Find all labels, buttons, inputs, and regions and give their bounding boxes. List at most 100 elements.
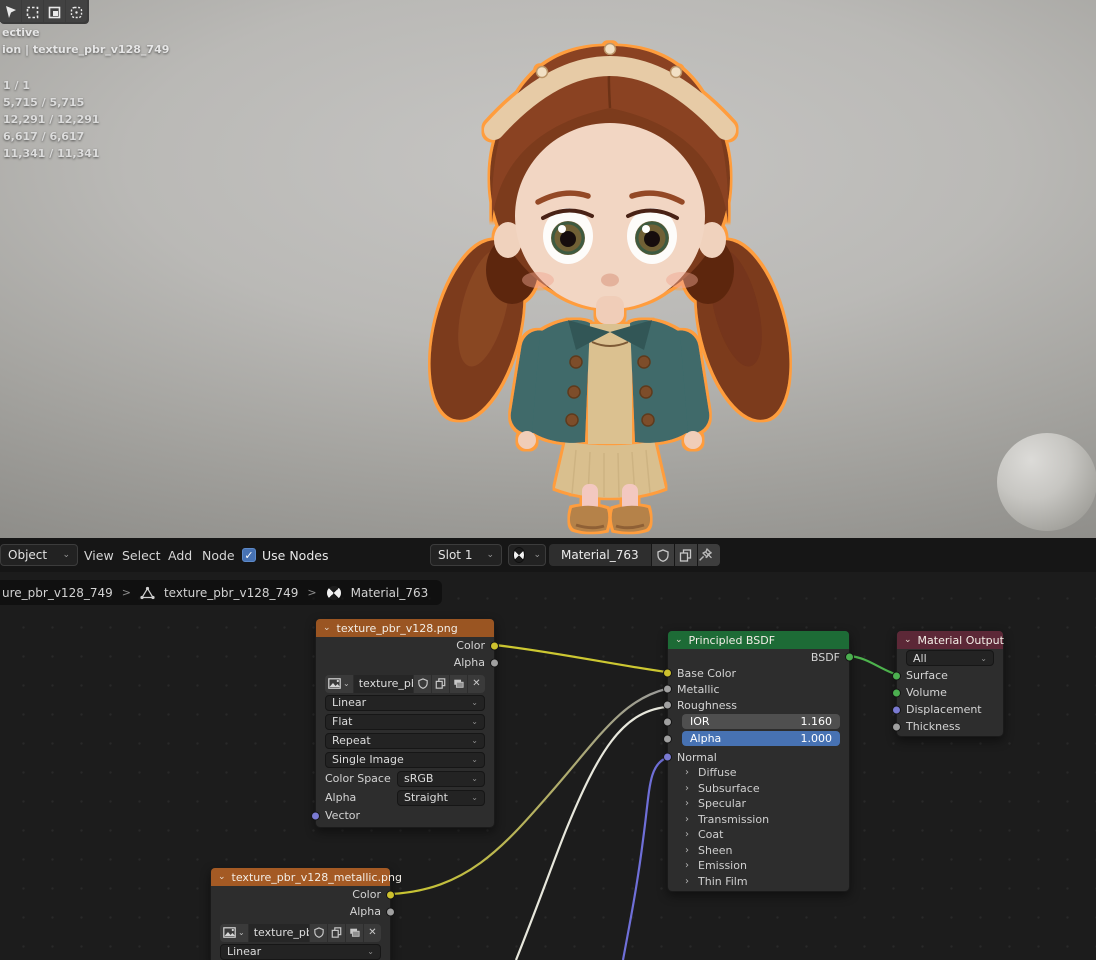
socket-bsdf-output[interactable] xyxy=(845,653,854,662)
socket-thickness-input[interactable] xyxy=(892,722,901,731)
output-label: Alpha xyxy=(454,656,485,669)
shader-type-dropdown[interactable]: Object ⌄ xyxy=(0,544,78,566)
3d-viewport[interactable]: ective ion | texture_pbr_v128_749 1 / 1 … xyxy=(0,0,1096,538)
chevron-right-icon: › xyxy=(685,860,689,871)
select-box-icon xyxy=(26,6,39,19)
unlink-image-button[interactable]: ✕ xyxy=(468,675,485,693)
menu-add[interactable]: Add xyxy=(168,548,192,563)
image-name-field[interactable]: texture_pbr_v12... xyxy=(354,675,413,693)
input-displacement-row: Displacement xyxy=(897,701,1003,718)
collapse-icon[interactable]: ⌄ xyxy=(218,872,226,882)
material-slot-dropdown[interactable]: Slot 1 ⌄ xyxy=(430,544,502,566)
select-circle-tool-button[interactable] xyxy=(44,0,65,22)
interpolation-dropdown[interactable]: Linear ⌄ xyxy=(325,695,485,711)
shader-node-editor[interactable]: ure_pbr_v128_749 > texture_pbr_v128_749 … xyxy=(0,572,1096,960)
socket-roughness-input[interactable] xyxy=(663,701,672,710)
section-subsurface[interactable]: › Subsurface xyxy=(668,781,849,797)
new-image-button[interactable] xyxy=(328,924,345,942)
section-thin-film[interactable]: › Thin Film xyxy=(668,874,849,890)
select-box-tool-button[interactable] xyxy=(22,0,43,22)
copy-icon xyxy=(435,678,446,689)
chevron-right-icon: › xyxy=(685,783,689,794)
link-color-basecolor[interactable] xyxy=(495,645,666,672)
pin-icon[interactable] xyxy=(697,547,713,563)
socket-vector-input[interactable] xyxy=(311,811,320,820)
collapse-icon[interactable]: ⌄ xyxy=(323,623,331,633)
menu-view[interactable]: View xyxy=(84,548,114,563)
target-dropdown[interactable]: All ⌄ xyxy=(906,650,994,666)
interpolation-dropdown[interactable]: Linear ⌄ xyxy=(220,944,381,960)
extension-dropdown[interactable]: Repeat ⌄ xyxy=(325,733,485,749)
socket-normal-input[interactable] xyxy=(663,753,672,762)
section-coat[interactable]: › Coat xyxy=(668,827,849,843)
image-texture-metallic-node[interactable]: ⌄ texture_pbr_v128_metallic.png Color Al… xyxy=(210,867,391,960)
new-material-button[interactable] xyxy=(675,544,697,566)
node-header[interactable]: ⌄ texture_pbr_v128_metallic.png xyxy=(211,868,390,886)
tweak-tool-button[interactable] xyxy=(0,0,21,22)
character-model[interactable] xyxy=(420,18,800,538)
node-header[interactable]: ⌄ Material Output xyxy=(897,631,1003,649)
color-space-dropdown[interactable]: sRGB ⌄ xyxy=(397,771,485,787)
color-space-row: Color Space sRGB ⌄ xyxy=(316,769,494,788)
alpha-slider[interactable]: Alpha 1.000 xyxy=(682,731,840,746)
menu-select[interactable]: Select xyxy=(122,548,161,563)
character-neck xyxy=(596,296,624,324)
socket-alpha-output[interactable] xyxy=(386,907,395,916)
select-lasso-tool-button[interactable] xyxy=(66,0,87,22)
pack-image-button[interactable] xyxy=(450,675,467,693)
section-label: Transmission xyxy=(698,813,769,826)
section-emission[interactable]: › Emission xyxy=(668,858,849,874)
section-diffuse[interactable]: › Diffuse xyxy=(668,765,849,781)
node-title: texture_pbr_v128.png xyxy=(337,622,458,635)
socket-displacement-input[interactable] xyxy=(892,705,901,714)
fake-user-button[interactable] xyxy=(310,924,327,942)
section-sheen[interactable]: › Sheen xyxy=(668,843,849,859)
principled-bsdf-node[interactable]: ⌄ Principled BSDF BSDF Base Color Metall… xyxy=(667,630,850,892)
socket-base-color-input[interactable] xyxy=(663,669,672,678)
copy-icon xyxy=(679,549,692,562)
material-name-input[interactable]: Material_763 xyxy=(549,544,651,566)
material-output-node[interactable]: ⌄ Material Output All ⌄ Surface Volume D… xyxy=(896,630,1004,737)
section-transmission[interactable]: › Transmission xyxy=(668,812,849,828)
image-browse-button[interactable]: ⌄ xyxy=(220,924,248,942)
stat-line: 5,715 / 5,715 xyxy=(3,94,100,111)
use-nodes-checkbox[interactable]: ✓ xyxy=(242,548,256,562)
unlink-image-button[interactable]: ✕ xyxy=(364,924,381,942)
collapse-icon[interactable]: ⌄ xyxy=(904,635,912,645)
chevron-right-icon: › xyxy=(685,876,689,887)
socket-volume-input[interactable] xyxy=(892,688,901,697)
link-bsdf-surface[interactable] xyxy=(850,656,895,674)
socket-color-output[interactable] xyxy=(490,641,499,650)
node-header[interactable]: ⌄ Principled BSDF xyxy=(668,631,849,649)
chevron-down-icon: ⌄ xyxy=(471,755,478,764)
pack-image-button[interactable] xyxy=(346,924,363,942)
image-browse-button[interactable]: ⌄ xyxy=(325,675,353,693)
node-header[interactable]: ⌄ texture_pbr_v128.png xyxy=(316,619,494,637)
ior-slider[interactable]: IOR 1.160 xyxy=(682,714,840,729)
projection-dropdown[interactable]: Flat ⌄ xyxy=(325,714,485,730)
input-label: Metallic xyxy=(677,683,720,696)
socket-alpha-output[interactable] xyxy=(490,658,499,667)
image-texture-node[interactable]: ⌄ texture_pbr_v128.png Color Alpha ⌄ tex… xyxy=(315,618,495,828)
socket-color-output[interactable] xyxy=(386,890,395,899)
material-browse-button[interactable]: ⌄ xyxy=(508,544,546,566)
node-editor-header: Object ⌄ View Select Add Node ✓ Use Node… xyxy=(0,538,1096,572)
source-dropdown[interactable]: Single Image ⌄ xyxy=(325,752,485,768)
new-image-button[interactable] xyxy=(432,675,449,693)
breadcrumb-object-name: ure_pbr_v128_749 xyxy=(2,586,113,600)
socket-metallic-input[interactable] xyxy=(663,685,672,694)
alpha-mode-dropdown[interactable]: Straight ⌄ xyxy=(397,790,485,806)
fake-user-button[interactable] xyxy=(414,675,431,693)
socket-surface-input[interactable] xyxy=(892,671,901,680)
preview-sphere-object[interactable] xyxy=(997,433,1096,531)
breadcrumb-separator: > xyxy=(122,586,131,599)
link-normal[interactable] xyxy=(623,758,666,960)
section-specular[interactable]: › Specular xyxy=(668,796,849,812)
socket-ior-input[interactable] xyxy=(663,717,672,726)
collapse-icon[interactable]: ⌄ xyxy=(675,635,683,645)
pack-icon xyxy=(349,927,360,938)
socket-alpha-input[interactable] xyxy=(663,734,672,743)
image-name-field[interactable]: texture_pbr_v12... xyxy=(249,924,309,942)
fake-user-button[interactable] xyxy=(652,544,674,566)
menu-node[interactable]: Node xyxy=(202,548,235,563)
